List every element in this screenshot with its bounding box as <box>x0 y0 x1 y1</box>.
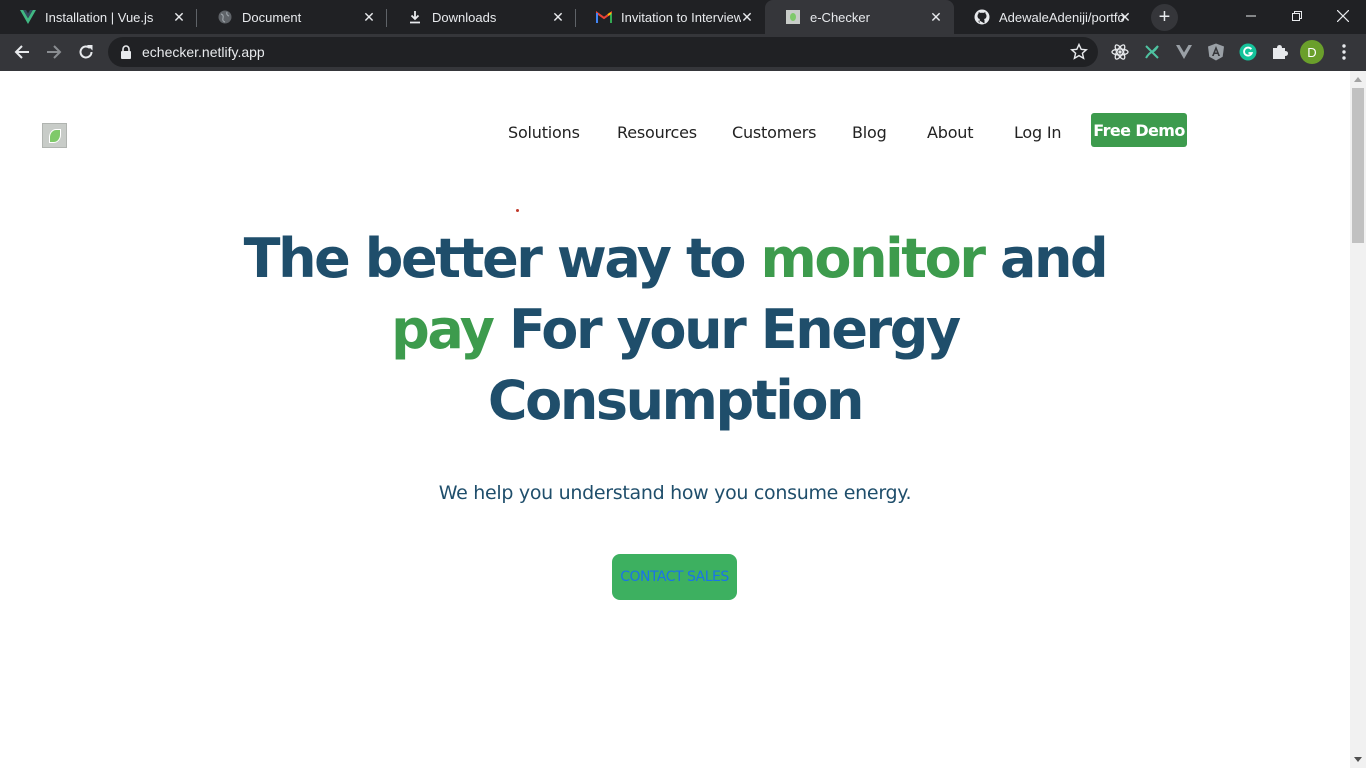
new-tab-button[interactable]: + <box>1151 4 1178 31</box>
nav-about[interactable]: About <box>927 123 974 142</box>
hero-accent-pay: pay <box>391 298 495 361</box>
download-icon <box>407 9 423 25</box>
close-tab-icon[interactable]: ✕ <box>171 9 187 25</box>
angular-devtools-icon[interactable] <box>1206 42 1226 62</box>
contact-sales-button[interactable]: CONTACT SALES <box>612 554 737 600</box>
hero-text: The better way to <box>243 227 761 290</box>
close-tab-icon[interactable]: ✕ <box>928 9 944 25</box>
nav-resources[interactable]: Resources <box>617 123 697 142</box>
vue-logo-icon <box>20 9 36 25</box>
profile-avatar[interactable]: D <box>1300 40 1324 64</box>
close-tab-icon[interactable]: ✕ <box>361 9 377 25</box>
close-tab-icon[interactable]: ✕ <box>1117 9 1133 25</box>
page-scrollbar[interactable] <box>1350 71 1366 768</box>
address-bar[interactable]: echecker.netlify.app <box>108 37 1098 67</box>
close-tab-icon[interactable]: ✕ <box>739 9 755 25</box>
restore-icon <box>1292 11 1302 21</box>
decorative-dot <box>516 209 519 212</box>
nav-solutions[interactable]: Solutions <box>508 123 580 142</box>
forward-arrow-icon <box>47 45 62 59</box>
leaf-logo-icon <box>48 128 61 143</box>
restore-window-button[interactable] <box>1274 0 1320 32</box>
page-thumbnail-icon <box>785 9 801 25</box>
back-button[interactable] <box>8 38 36 66</box>
scroll-up-arrow-icon[interactable] <box>1354 77 1362 82</box>
browser-tab-strip: Installation | Vue.js ✕ Document ✕ Downl… <box>0 0 1366 34</box>
hero-heading: The better way to monitor and pay For yo… <box>200 223 1150 436</box>
tab-gmail-invitation[interactable]: Invitation to Interview - ✕ <box>576 0 765 34</box>
hero-subtitle: We help you understand how you consume e… <box>438 482 912 504</box>
bookmark-star-icon[interactable] <box>1070 43 1088 61</box>
address-url: echecker.netlify.app <box>142 44 265 60</box>
hero-text: For your Energy <box>492 298 961 361</box>
minimize-window-button[interactable] <box>1228 0 1274 32</box>
extensions-puzzle-icon[interactable] <box>1270 42 1290 62</box>
scroll-down-arrow-icon[interactable] <box>1354 757 1362 762</box>
back-arrow-icon <box>14 45 29 59</box>
tab-vue-installation[interactable]: Installation | Vue.js ✕ <box>0 0 197 34</box>
page-viewport: Solutions Resources Customers Blog About… <box>0 71 1350 768</box>
close-window-icon <box>1337 10 1349 22</box>
nav-blog[interactable]: Blog <box>852 123 887 142</box>
react-devtools-icon[interactable] <box>1110 42 1130 62</box>
tab-downloads[interactable]: Downloads ✕ <box>387 0 576 34</box>
forward-button[interactable] <box>40 38 68 66</box>
vue-devtools-icon[interactable] <box>1174 42 1194 62</box>
nav-customers[interactable]: Customers <box>732 123 816 142</box>
github-icon <box>974 9 990 25</box>
hero-text: and <box>983 227 1109 290</box>
close-window-button[interactable] <box>1320 0 1366 32</box>
redux-extension-icon[interactable] <box>1142 42 1162 62</box>
browser-toolbar: echecker.netlify.app D <box>0 34 1366 71</box>
gmail-icon <box>596 9 612 25</box>
hero-text: Consumption <box>487 369 865 432</box>
free-demo-button[interactable]: Free Demo <box>1091 113 1187 147</box>
grammarly-icon[interactable] <box>1238 42 1258 62</box>
tab-title: Invitation to Interview - <box>621 9 741 25</box>
globe-icon <box>217 9 233 25</box>
close-tab-icon[interactable]: ✕ <box>550 9 566 25</box>
tab-github-portfolio[interactable]: AdewaleAdeniji/portfoli ✕ <box>954 0 1143 34</box>
scrollbar-thumb[interactable] <box>1352 88 1364 243</box>
lock-icon[interactable] <box>120 45 132 59</box>
tab-document[interactable]: Document ✕ <box>197 0 387 34</box>
minimize-icon <box>1246 15 1256 17</box>
reload-button[interactable] <box>72 38 100 66</box>
hero-accent-monitor: monitor <box>760 227 986 290</box>
nav-log-in[interactable]: Log In <box>1014 123 1062 142</box>
chrome-menu-icon[interactable] <box>1334 42 1354 62</box>
site-logo[interactable] <box>42 123 67 148</box>
tab-e-checker[interactable]: e-Checker ✕ <box>765 0 954 34</box>
reload-icon <box>79 45 93 59</box>
tab-title: AdewaleAdeniji/portfoli <box>999 9 1125 25</box>
